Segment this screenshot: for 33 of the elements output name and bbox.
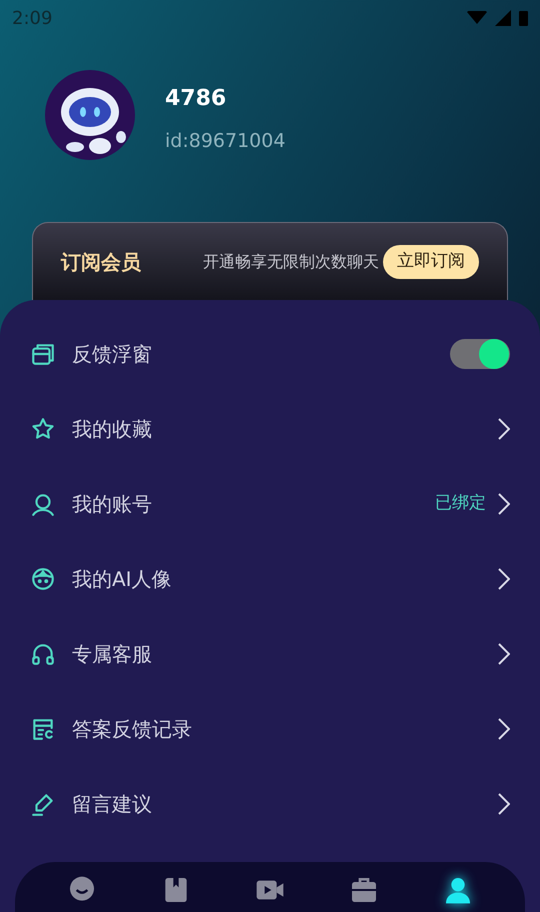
menu-item[interactable]: 我的AI人像: [0, 541, 540, 616]
user-id: id:89671004: [165, 129, 286, 154]
menu-label: 留言建议: [72, 790, 152, 818]
face-icon: [30, 566, 56, 592]
menu-label: 专属客服: [72, 640, 152, 668]
menu-label: 我的收藏: [72, 416, 152, 442]
chevron-right-icon: [498, 418, 510, 440]
status-time: 2:09: [12, 6, 52, 30]
menu-label: 反馈浮窗: [72, 340, 152, 368]
chevron-right-icon: [498, 642, 510, 664]
menu-item[interactable]: 我的收藏: [0, 391, 540, 466]
menu-item[interactable]: 留言建议: [0, 766, 540, 841]
menu-label: 答案反馈记录: [72, 716, 192, 742]
battery-icon: [519, 10, 528, 26]
chevron-right-icon: [498, 718, 510, 740]
membership-description: 开通畅享无限制次数聊天: [203, 250, 379, 272]
status-value: 已绑定: [435, 492, 486, 515]
user-name: 4786: [165, 85, 228, 113]
menu-item[interactable]: 我的账号 已绑定: [0, 466, 540, 541]
menu-item[interactable]: 专属客服: [0, 616, 540, 691]
toggle-switch[interactable]: [450, 338, 510, 368]
chevron-right-icon: [498, 792, 510, 814]
menu-item[interactable]: 答案反馈记录: [0, 691, 540, 766]
menu-item[interactable]: 反馈浮窗: [0, 316, 540, 391]
star-icon: [30, 416, 56, 442]
wifi-icon: [467, 11, 487, 25]
signal-icon: [495, 10, 511, 26]
menu-label: 我的AI人像: [72, 566, 172, 592]
chevron-right-icon: [498, 568, 510, 590]
membership-title: 订阅会员: [61, 248, 141, 276]
chevron-right-icon: [498, 492, 510, 514]
menu-label: 我的账号: [72, 490, 152, 518]
subscribe-button[interactable]: 立即订阅: [383, 244, 479, 278]
